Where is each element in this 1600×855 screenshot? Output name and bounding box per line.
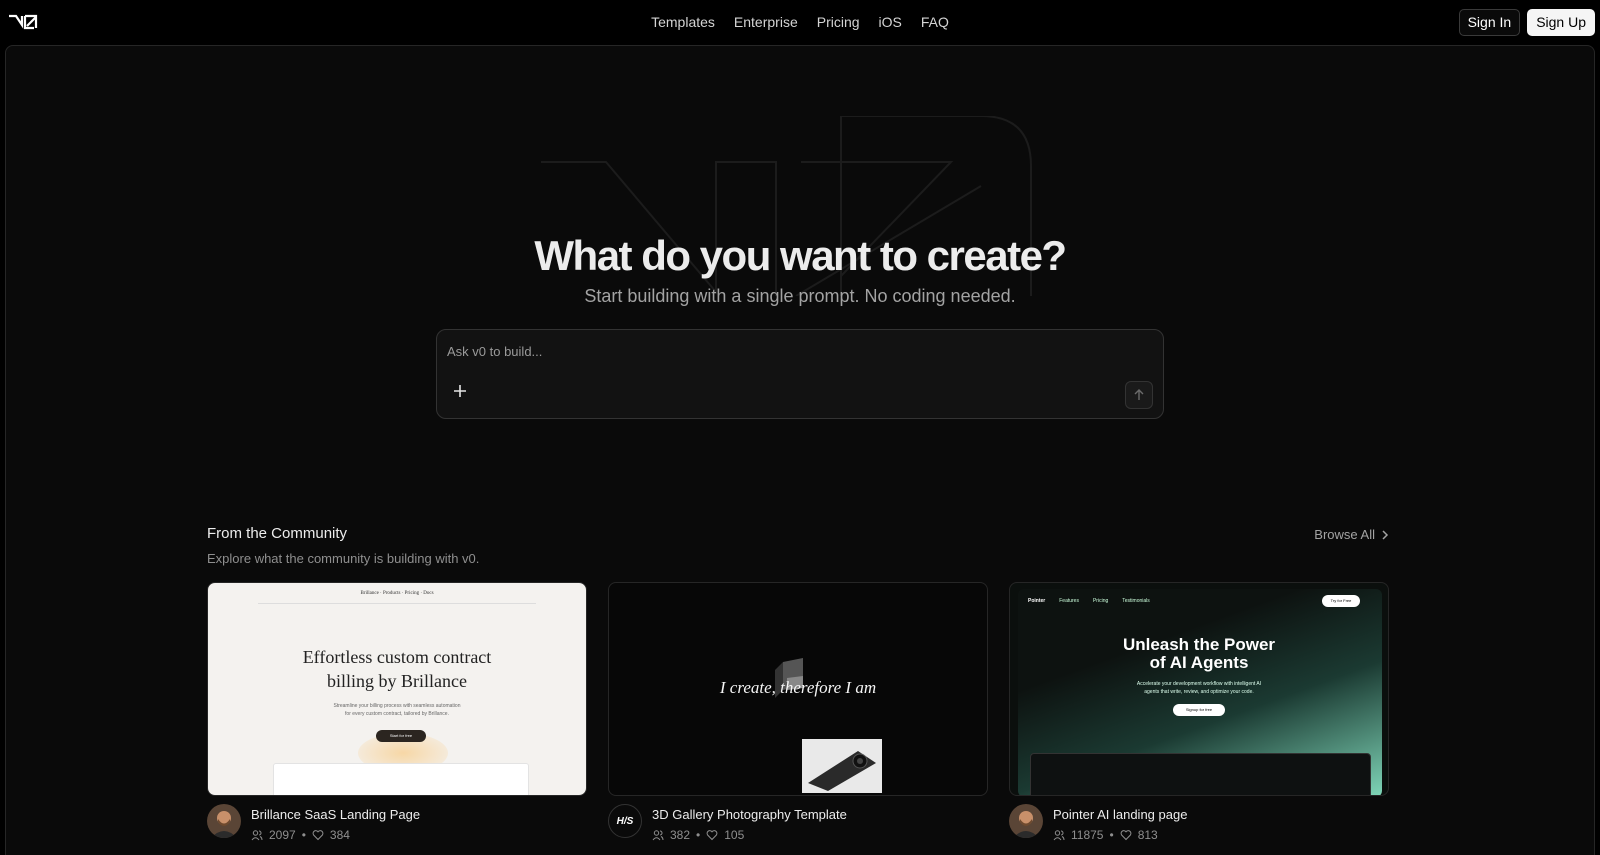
community-card[interactable]: I create, therefore I am H/S 3D Gallery … <box>608 582 988 842</box>
card-stats: 2097 • 384 <box>251 828 420 842</box>
community-card[interactable]: Brillance · Products · Pricing · Docs Ef… <box>207 582 587 842</box>
community-card[interactable]: Pointer Features Pricing Testimonials Tr… <box>1009 582 1389 842</box>
community-section: From the Community Explore what the comm… <box>207 525 1389 566</box>
community-cards: Brillance · Products · Pricing · Docs Ef… <box>207 582 1389 842</box>
thumb-nav-item: Testimonials <box>1122 598 1150 604</box>
card-meta-text: Pointer AI landing page 11875 • 813 <box>1053 804 1187 842</box>
thumb-cta: Start for free <box>376 730 426 742</box>
prompt-box <box>436 329 1164 419</box>
card-meta-text: Brillance SaaS Landing Page 2097 • 384 <box>251 804 420 842</box>
card-thumbnail[interactable]: Brillance · Products · Pricing · Docs Ef… <box>207 582 587 796</box>
avatar[interactable]: H/S <box>608 804 642 838</box>
thumb-headline: Unleash the Power of AI Agents <box>1010 636 1388 672</box>
card-stats: 11875 • 813 <box>1053 828 1187 842</box>
users-count: 11875 <box>1071 828 1104 842</box>
likes-count: 384 <box>329 828 350 842</box>
card-meta-text: 3D Gallery Photography Template 382 • 10… <box>652 804 847 842</box>
thumb-body-line: Streamline your billing process with sea… <box>333 703 461 709</box>
browse-all-link[interactable]: Browse All <box>1314 527 1389 542</box>
sign-up-button[interactable]: Sign Up <box>1527 9 1595 36</box>
thumb-body: Streamline your billing process with sea… <box>208 702 586 718</box>
thumb-body-line: for every custom contract, tailored by B… <box>345 711 449 717</box>
thumb-nav-item: Pointer <box>1028 598 1046 604</box>
users-count: 382 <box>670 828 691 842</box>
browse-all-label: Browse All <box>1314 527 1375 542</box>
nav-faq[interactable]: FAQ <box>921 13 949 31</box>
thumb-headline-line: Unleash the Power <box>1122 635 1276 654</box>
sign-in-button[interactable]: Sign In <box>1458 9 1521 36</box>
users-count: 2097 <box>269 828 296 842</box>
thumb-headline-line: Effortless custom contract <box>302 647 492 667</box>
community-subtitle: Explore what the community is building w… <box>207 551 480 566</box>
card-thumbnail[interactable]: Pointer Features Pricing Testimonials Tr… <box>1009 582 1389 796</box>
nav-pricing[interactable]: Pricing <box>817 13 860 31</box>
likes-count: 813 <box>1137 828 1158 842</box>
thumb-headline: I create, therefore I am <box>719 678 877 697</box>
thumb-nav: Brillance · Products · Pricing · Docs <box>360 591 434 596</box>
plus-icon[interactable] <box>451 382 469 400</box>
nav-ios[interactable]: iOS <box>879 13 902 31</box>
users-icon <box>251 830 263 841</box>
thumb-headline-line: billing by Brillance <box>327 671 467 691</box>
users-icon <box>1053 830 1065 841</box>
avatar[interactable] <box>1009 804 1043 838</box>
thumb-body-line: Accelerate your development workflow wit… <box>1136 681 1262 687</box>
nav-enterprise[interactable]: Enterprise <box>734 13 798 31</box>
hero-subtitle: Start building with a single prompt. No … <box>584 286 1016 306</box>
card-thumbnail[interactable]: I create, therefore I am <box>608 582 988 796</box>
thumb-nav-item: Pricing <box>1092 598 1109 604</box>
heart-icon[interactable] <box>706 829 718 841</box>
chevron-right-icon <box>1382 529 1389 540</box>
separator-dot: • <box>696 828 701 842</box>
arrow-up-icon <box>1134 389 1144 400</box>
card-stats: 382 • 105 <box>652 828 847 842</box>
card-title[interactable]: Brillance SaaS Landing Page <box>251 807 420 822</box>
separator-dot: • <box>1109 828 1114 842</box>
thumb-code-preview <box>1030 753 1371 795</box>
send-button[interactable] <box>1125 381 1153 409</box>
nav-templates[interactable]: Templates <box>651 13 715 31</box>
card-title[interactable]: Pointer AI landing page <box>1053 807 1187 822</box>
card-meta: H/S 3D Gallery Photography Template 382 … <box>608 804 988 842</box>
thumb-try-button: Try for Free <box>1322 595 1360 607</box>
thumb-cta: Signup for free <box>1173 704 1225 716</box>
likes-count: 105 <box>724 828 745 842</box>
prompt-input[interactable] <box>447 340 1087 362</box>
card-meta: Pointer AI landing page 11875 • 813 <box>1009 804 1389 842</box>
thumb-headline-line: of AI Agents <box>1149 653 1249 672</box>
main-nav: Templates Enterprise Pricing iOS FAQ <box>0 13 1600 31</box>
users-icon <box>652 830 664 841</box>
top-bar: Templates Enterprise Pricing iOS FAQ Sig… <box>0 0 1600 45</box>
avatar-initials: H/S <box>616 815 634 827</box>
auth-buttons: Sign In Sign Up <box>1458 9 1595 36</box>
thumb-app-preview <box>273 763 529 795</box>
thumb-body-line: agents that write, review, and optimize … <box>1144 689 1254 695</box>
thumb-nav-item: Features <box>1059 598 1079 604</box>
card-title[interactable]: 3D Gallery Photography Template <box>652 807 847 822</box>
thumb-divider <box>258 603 536 604</box>
card-meta: Brillance SaaS Landing Page 2097 • 384 <box>207 804 587 842</box>
separator-dot: • <box>301 828 306 842</box>
thumb-camera-image <box>802 739 882 793</box>
thumb-nav: Pointer Features Pricing Testimonials <box>1028 598 1150 604</box>
heart-icon[interactable] <box>1120 829 1132 841</box>
hero-title: What do you want to create? <box>534 232 1067 279</box>
heart-icon[interactable] <box>312 829 324 841</box>
thumb-headline: Effortless custom contract billing by Br… <box>208 645 586 693</box>
community-title: From the Community <box>207 525 348 542</box>
avatar[interactable] <box>207 804 241 838</box>
thumb-body: Accelerate your development workflow wit… <box>1010 680 1388 696</box>
